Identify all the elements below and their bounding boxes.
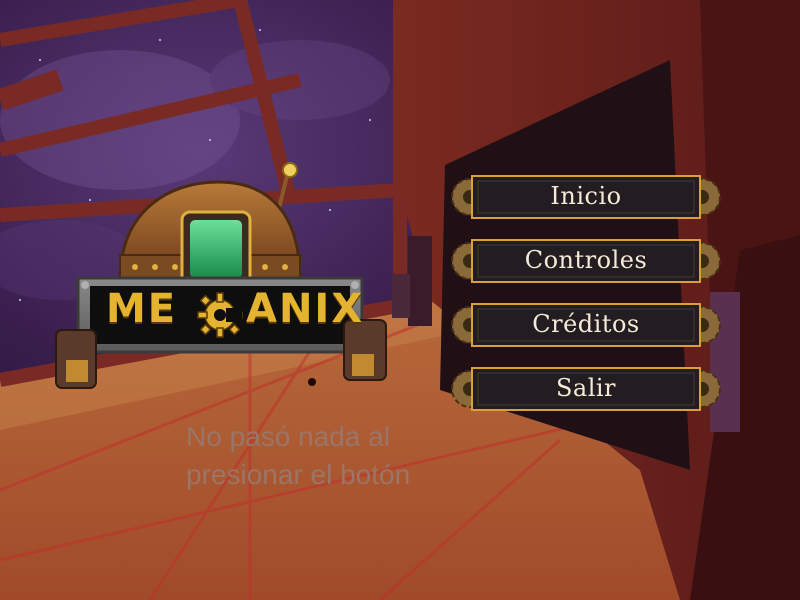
menu-button-frame (451, 239, 721, 283)
menu-button-creditos[interactable]: Créditos (448, 302, 724, 348)
status-message: No pasó nada al presionar el botón (186, 421, 411, 490)
menu-button-controles[interactable]: Controles (448, 238, 724, 284)
menu-button-frame (451, 175, 721, 219)
game-logo: ME ANIX (50, 160, 390, 390)
logo-title-left: ME (106, 286, 178, 332)
gear-icon (197, 292, 243, 338)
logo-title-right: ANIX (246, 286, 365, 332)
logo-emblem (55, 162, 387, 389)
menu-button-frame (451, 367, 721, 411)
menu-button-salir[interactable]: Salir (448, 366, 724, 412)
game-main-menu: ME ANIX Inicio Controles Créditos Salir … (0, 0, 800, 600)
menu-button-inicio[interactable]: Inicio (448, 174, 724, 220)
menu-button-frame (451, 303, 721, 347)
